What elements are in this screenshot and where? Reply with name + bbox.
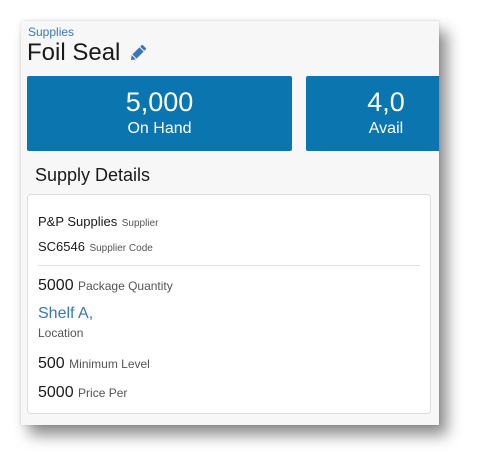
section-title: Supply Details xyxy=(35,165,151,185)
title-row: Foil Seal xyxy=(27,39,148,67)
supplier-code-value: SC6546 xyxy=(38,239,85,254)
supplier-value: P&P Supplies xyxy=(38,214,118,229)
location-link[interactable]: Shelf A, xyxy=(38,305,93,323)
package-quantity-label: Package Quantity xyxy=(78,279,173,293)
supply-details-card: P&P Supplies Supplier SC6546 Supplier Co… xyxy=(27,194,431,414)
pencil-icon[interactable] xyxy=(128,43,148,63)
supplier-row: P&P Supplies Supplier xyxy=(38,213,158,231)
minimum-level-label: Minimum Level xyxy=(69,357,150,371)
supplier-label: Supplier xyxy=(121,218,159,229)
package-quantity-row: 5000 Package Quantity xyxy=(38,277,173,295)
price-per-row: 5000 Price Per xyxy=(38,384,127,402)
supplier-code-row: SC6546 Supplier Code xyxy=(38,238,153,256)
stat-label: On Hand xyxy=(127,120,192,137)
supplier-code-label: Supplier Code xyxy=(89,243,153,254)
stat-tile-on-hand[interactable]: 5,000 On Hand xyxy=(27,76,292,151)
breadcrumb-supplies[interactable]: Supplies xyxy=(28,25,74,39)
price-per-value: 5000 xyxy=(38,384,74,401)
page-title: Foil Seal xyxy=(27,39,121,66)
price-per-label: Price Per xyxy=(78,386,128,400)
location-label: Location xyxy=(38,326,84,340)
package-quantity-value: 5000 xyxy=(38,277,74,294)
location-row: Shelf A, Location xyxy=(38,305,93,340)
stat-tile-available[interactable]: 4,0 Avail xyxy=(306,76,439,151)
supply-detail-window: Supplies Foil Seal 5,000 On Hand 4,0 Ava… xyxy=(21,21,439,425)
divider xyxy=(38,265,420,266)
minimum-level-value: 500 xyxy=(38,355,65,372)
stat-value: 5,000 xyxy=(125,87,194,117)
minimum-level-row: 500 Minimum Level xyxy=(38,355,150,373)
stat-value: 4,0 xyxy=(367,87,405,117)
stat-label: Avail xyxy=(368,120,404,137)
